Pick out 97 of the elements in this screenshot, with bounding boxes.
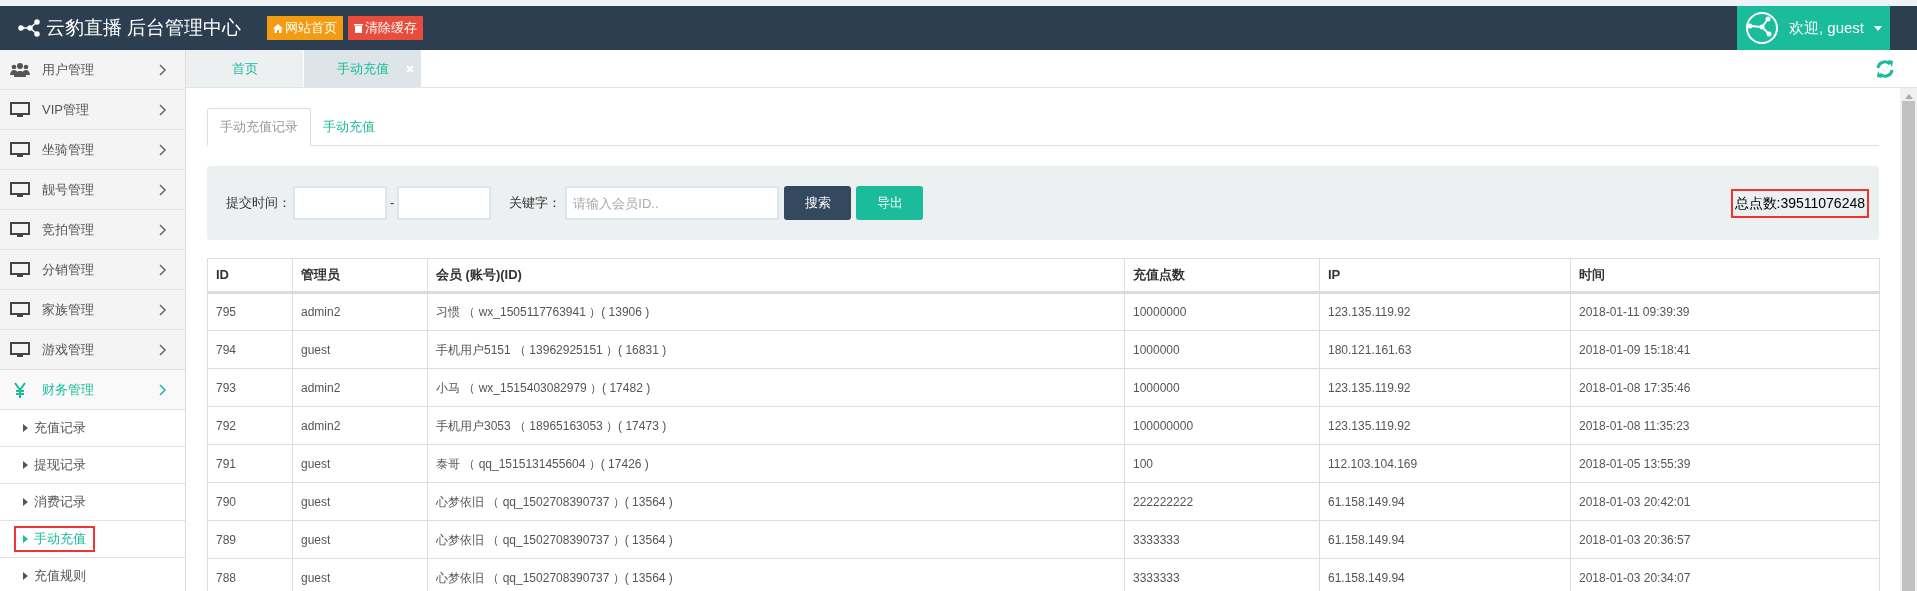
table-cell: guest (292, 444, 428, 483)
table-cell: 180.121.161.63 (1319, 330, 1571, 369)
table-cell: 1000000 (1124, 330, 1320, 369)
table-cell: 2018-01-08 11:35:23 (1570, 406, 1880, 445)
close-icon[interactable] (406, 64, 414, 73)
users-icon (10, 61, 30, 78)
caret-down-icon (1874, 25, 1882, 31)
table-cell: 3333333 (1124, 520, 1320, 559)
scroll-up-arrow-icon[interactable] (1904, 94, 1913, 99)
table-cell: 100000000 (1124, 406, 1320, 445)
caret-icon (23, 572, 28, 580)
sidebar-item[interactable]: 用户管理 (0, 50, 185, 90)
share-circle-icon (1744, 11, 1779, 45)
table-cell: guest (292, 330, 428, 369)
table-cell: 2018-01-03 20:36:57 (1570, 520, 1880, 559)
table-cell: 790 (207, 482, 293, 521)
caret-icon (23, 535, 28, 543)
table-cell: 小马 （ wx_1515403082979 ）( 17482 ) (427, 368, 1125, 407)
end-date-field[interactable] (397, 186, 492, 220)
table-cell: 123.135.119.92 (1319, 406, 1571, 445)
clear-cache-button[interactable]: 清除缓存 (348, 16, 424, 40)
table-cell: 2018-01-09 15:18:41 (1570, 330, 1880, 369)
chevron-icon (159, 63, 167, 76)
table-cell: guest (292, 482, 428, 521)
table-cell: 222222222 (1124, 482, 1320, 521)
table-cell: 2018-01-11 09:39:39 (1570, 292, 1880, 331)
table-cell: admin2 (292, 406, 428, 445)
table-cell: 61.158.149.94 (1319, 520, 1571, 559)
table-cell: 泰哥 （ qq_1515131455604 ）( 17426 ) (427, 444, 1125, 483)
refresh-icon[interactable] (1875, 58, 1895, 79)
table-cell: 793 (207, 368, 293, 407)
table-cell: 手机用户5151 （ 13962925151 ）( 16831 ) (427, 330, 1125, 369)
table-cell: 123.135.119.92 (1319, 368, 1571, 407)
keyword-label: 关键字： (509, 194, 562, 213)
share-logo-icon (18, 19, 40, 37)
chevron-icon (159, 143, 167, 156)
scrollbar-thumb[interactable] (1902, 101, 1915, 591)
monitor-icon (10, 101, 30, 118)
table-cell: 2018-01-05 13:55:39 (1570, 444, 1880, 483)
total-points: 总点数:39511076248 (1730, 188, 1869, 218)
range-separator: - (390, 194, 395, 213)
caret-icon (23, 424, 28, 432)
column-header: IP (1319, 258, 1571, 293)
chevron-icon (159, 103, 167, 116)
table-cell: 2018-01-08 17:35:46 (1570, 368, 1880, 407)
table-cell: admin2 (292, 368, 428, 407)
chevron-icon (159, 263, 167, 276)
table-cell: 792 (207, 406, 293, 445)
table-cell: 123.135.119.92 (1319, 292, 1571, 331)
table-cell: 788 (207, 558, 293, 591)
table-cell: admin2 (292, 292, 428, 331)
chevron-icon (159, 303, 167, 316)
monitor-icon (10, 221, 30, 238)
table-cell: 手机用户3053 （ 18965163053 ）( 17473 ) (427, 406, 1125, 445)
table-cell: 795 (207, 292, 293, 331)
caret-icon (23, 461, 28, 469)
search-button[interactable]: 搜索 (784, 186, 852, 220)
column-header: 管理员 (292, 258, 428, 293)
sidebar-item[interactable]: 分销管理 (0, 250, 185, 290)
table-cell: 心梦依旧 （ qq_1502708390737 ）( 13564 ) (427, 482, 1125, 521)
sidebar-item[interactable]: 竞拍管理 (0, 210, 185, 250)
sidebar-item[interactable]: 家族管理 (0, 290, 185, 330)
start-date-field[interactable] (293, 186, 387, 220)
time-label: 提交时间： (226, 194, 291, 213)
table-cell: 100 (1124, 444, 1320, 483)
table-cell: 心梦依旧 （ qq_1502708390737 ）( 13564 ) (427, 520, 1125, 559)
app-title: 云豹直播 后台管理中心 (46, 15, 242, 40)
table-cell: guest (292, 520, 428, 559)
sidebar-item[interactable]: 坐骑管理 (0, 130, 185, 170)
home-icon (273, 23, 284, 33)
table-cell: 61.158.149.94 (1319, 482, 1571, 521)
chevron-icon (159, 383, 167, 396)
column-header: 时间 (1570, 258, 1880, 293)
column-header: ID (207, 258, 293, 293)
table-cell: 习惯 （ wx_1505117763941 ）( 13906 ) (427, 292, 1125, 331)
table-cell: 791 (207, 444, 293, 483)
table-cell: 794 (207, 330, 293, 369)
table-cell: 789 (207, 520, 293, 559)
table-cell: 10000000 (1124, 292, 1320, 331)
sidebar-item[interactable]: 靓号管理 (0, 170, 185, 210)
table-cell: 2018-01-03 20:42:01 (1570, 482, 1880, 521)
chevron-icon (159, 183, 167, 196)
column-header: 充值点数 (1124, 258, 1320, 293)
table-cell: 1000000 (1124, 368, 1320, 407)
keyword-field[interactable]: 请输入会员ID.. (565, 186, 780, 220)
monitor-icon (10, 261, 30, 278)
monitor-icon (10, 141, 30, 158)
monitor-icon (10, 181, 30, 198)
sidebar-item[interactable]: VIP管理 (0, 90, 185, 130)
chevron-icon (159, 223, 167, 236)
monitor-icon (10, 301, 30, 318)
monitor-icon (10, 341, 30, 358)
table-cell: 112.103.104.169 (1319, 444, 1571, 483)
column-header: 会员 (账号)(ID) (427, 258, 1125, 293)
trash-icon (354, 23, 364, 33)
chevron-icon (159, 343, 167, 356)
caret-icon (23, 498, 28, 506)
